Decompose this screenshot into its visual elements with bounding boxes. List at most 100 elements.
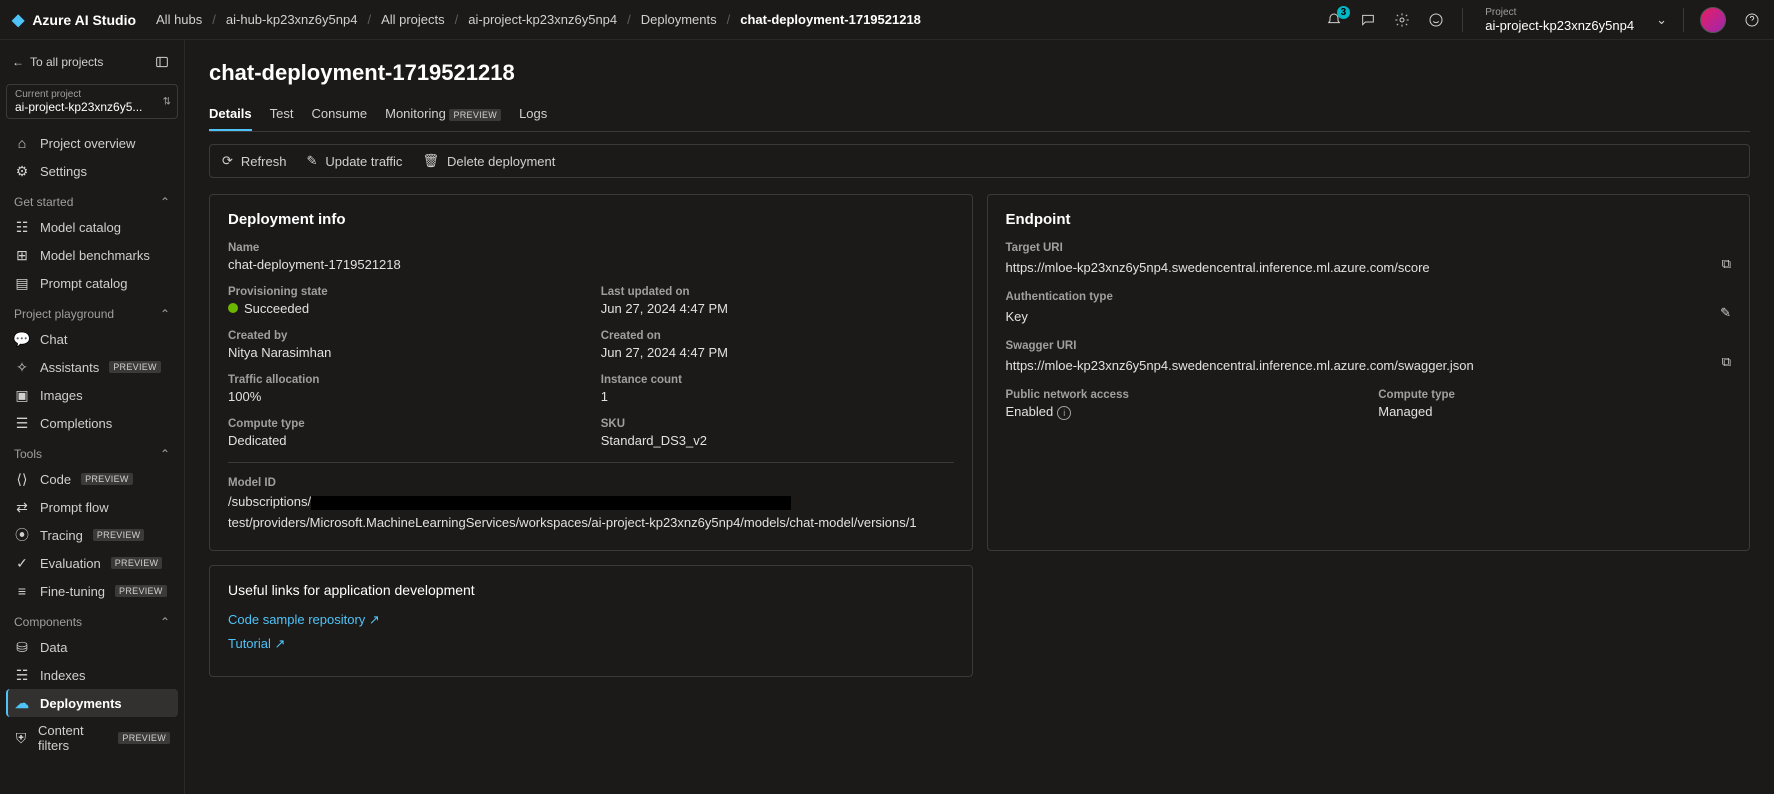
- tune-icon: ≡: [14, 583, 30, 599]
- image-icon: ▣: [14, 387, 30, 403]
- smile-icon[interactable]: [1426, 10, 1446, 30]
- top-right: 3 Project ai-project-kp23xnz6y5np4 ⌄: [1324, 7, 1762, 33]
- model-suffix: test/providers/Microsoft.MachineLearning…: [228, 515, 917, 530]
- info-icon[interactable]: i: [1057, 406, 1071, 420]
- sidebar-item-label: Evaluation: [40, 556, 101, 571]
- createdby-value: Nitya Narasimhan: [228, 345, 581, 360]
- sidebar-item-label: Content filters: [38, 723, 108, 753]
- brand-text: Azure AI Studio: [32, 12, 136, 28]
- sidebar-item-prompt-flow[interactable]: ⇄Prompt flow: [6, 493, 178, 521]
- chevron-up-icon: ⌃: [160, 195, 170, 209]
- sidebar-section-playground[interactable]: Project playground⌃: [6, 297, 178, 325]
- sidebar-item-overview[interactable]: ⌂Project overview: [6, 129, 178, 157]
- sidebar-item-label: Deployments: [40, 696, 122, 711]
- tutorial-link[interactable]: Tutorial ↗: [228, 636, 954, 652]
- name-label: Name: [228, 242, 954, 254]
- prov-label: Provisioning state: [228, 286, 581, 298]
- sidebar-item-completions[interactable]: ☰Completions: [6, 409, 178, 437]
- benchmark-icon: ⊞: [14, 247, 30, 263]
- sidebar-item-content-filters[interactable]: ⛨Content filtersPREVIEW: [6, 717, 178, 759]
- sidebar-item-indexes[interactable]: ☵Indexes: [6, 661, 178, 689]
- sidebar-item-fine-tuning[interactable]: ≡Fine-tuningPREVIEW: [6, 577, 178, 605]
- sidebar-item-images[interactable]: ▣ Images: [6, 381, 178, 409]
- notifications-icon[interactable]: 3: [1324, 10, 1344, 30]
- current-project-select[interactable]: Current project ai-project-kp23xnz6y5...…: [6, 84, 178, 119]
- crumb-all-projects[interactable]: All projects: [381, 12, 445, 27]
- sidebar-item-label: Tracing: [40, 528, 83, 543]
- project-label: Project: [1485, 7, 1634, 18]
- sidebar-item-data[interactable]: ⛁ Data: [6, 633, 178, 661]
- help-icon[interactable]: [1742, 10, 1762, 30]
- divider: [1462, 8, 1463, 32]
- crumb-deployments[interactable]: Deployments: [641, 12, 717, 27]
- instance-value: 1: [601, 389, 954, 404]
- sidebar-item-model-catalog[interactable]: ☷Model catalog: [6, 213, 178, 241]
- edit-icon[interactable]: ✎: [1720, 305, 1731, 321]
- avatar[interactable]: [1700, 7, 1726, 33]
- arrow-left-icon: ←: [12, 55, 24, 69]
- project-selector[interactable]: Project ai-project-kp23xnz6y5np4: [1479, 7, 1640, 33]
- external-link-icon: ↗: [275, 636, 286, 651]
- sidebar-item-deployments[interactable]: ☁Deployments: [6, 689, 178, 717]
- sidebar-item-prompt-catalog[interactable]: ▤Prompt catalog: [6, 269, 178, 297]
- brand[interactable]: ◆ Azure AI Studio: [12, 10, 136, 30]
- chevron-up-icon: ⌃: [160, 307, 170, 321]
- feedback-icon[interactable]: [1358, 10, 1378, 30]
- update-traffic-button[interactable]: ✎Update traffic: [306, 153, 402, 169]
- sidebar-section-get-started[interactable]: Get started⌃: [6, 185, 178, 213]
- collapse-icon[interactable]: [152, 52, 172, 72]
- traffic-value: 100%: [228, 389, 581, 404]
- chevron-down-icon[interactable]: ⌄: [1656, 12, 1667, 28]
- copy-icon[interactable]: ⧉: [1722, 354, 1731, 370]
- crumb-hub[interactable]: ai-hub-kp23xnz6y5np4: [226, 12, 358, 27]
- sku-value: Standard_DS3_v2: [601, 433, 954, 448]
- pna-text: Enabled: [1006, 404, 1054, 419]
- sidebar-item-chat[interactable]: 💬Chat: [6, 325, 178, 353]
- sidebar-item-label: Code: [40, 472, 71, 487]
- sidebar-item-model-benchmarks[interactable]: ⊞Model benchmarks: [6, 241, 178, 269]
- sidebar-item-label: Images: [40, 388, 83, 403]
- back-to-projects[interactable]: ← To all projects: [12, 55, 103, 69]
- sidebar-item-label: Project overview: [40, 136, 135, 151]
- deployment-info-card: Deployment info Namechat-deployment-1719…: [209, 194, 973, 551]
- brand-icon: ◆: [12, 10, 24, 30]
- sidebar-item-tracing[interactable]: ⦿TracingPREVIEW: [6, 521, 178, 549]
- compute-value: Dedicated: [228, 433, 581, 448]
- tab-details[interactable]: Details: [209, 98, 252, 131]
- gear-icon: ⚙: [14, 163, 30, 179]
- crumb-project[interactable]: ai-project-kp23xnz6y5np4: [468, 12, 617, 27]
- sidebar-section-tools[interactable]: Tools⌃: [6, 437, 178, 465]
- code-sample-link[interactable]: Code sample repository ↗: [228, 612, 954, 628]
- crumb-all-hubs[interactable]: All hubs: [156, 12, 202, 27]
- crumb-sep: /: [367, 12, 371, 27]
- ctype-label: Compute type: [1378, 389, 1731, 401]
- sidebar-item-code[interactable]: ⟨⟩CodePREVIEW: [6, 465, 178, 493]
- sidebar-item-assistants[interactable]: ✧AssistantsPREVIEW: [6, 353, 178, 381]
- sidebar-item-evaluation[interactable]: ✓EvaluationPREVIEW: [6, 549, 178, 577]
- sidebar: ← To all projects Current project ai-pro…: [0, 40, 185, 794]
- sidebar-item-settings[interactable]: ⚙Settings: [6, 157, 178, 185]
- sidebar-section-components[interactable]: Components⌃: [6, 605, 178, 633]
- delete-deployment-button[interactable]: 🗑 Delete deployment: [422, 153, 555, 169]
- refresh-button[interactable]: ⟳Refresh: [222, 153, 286, 169]
- sidebar-item-label: Assistants: [40, 360, 99, 375]
- evaluation-icon: ✓: [14, 555, 30, 571]
- trash-icon: 🗑: [422, 153, 439, 169]
- updated-label: Last updated on: [601, 286, 954, 298]
- sidebar-item-label: Data: [40, 640, 67, 655]
- tab-test[interactable]: Test: [270, 98, 294, 131]
- tab-logs[interactable]: Logs: [519, 98, 547, 131]
- crumb-sep: /: [727, 12, 731, 27]
- button-label: Delete deployment: [447, 154, 555, 169]
- button-label: Update traffic: [325, 154, 402, 169]
- tab-monitoring[interactable]: Monitoring PREVIEW: [385, 98, 501, 131]
- tab-consume[interactable]: Consume: [311, 98, 367, 131]
- page-title: chat-deployment-1719521218: [209, 60, 1750, 86]
- button-label: Refresh: [241, 154, 287, 169]
- sidebar-item-label: Model catalog: [40, 220, 121, 235]
- data-icon: ⛁: [14, 639, 30, 655]
- settings-icon[interactable]: [1392, 10, 1412, 30]
- copy-icon[interactable]: ⧉: [1722, 256, 1731, 272]
- sidebar-item-label: Completions: [40, 416, 112, 431]
- traffic-label: Traffic allocation: [228, 374, 581, 386]
